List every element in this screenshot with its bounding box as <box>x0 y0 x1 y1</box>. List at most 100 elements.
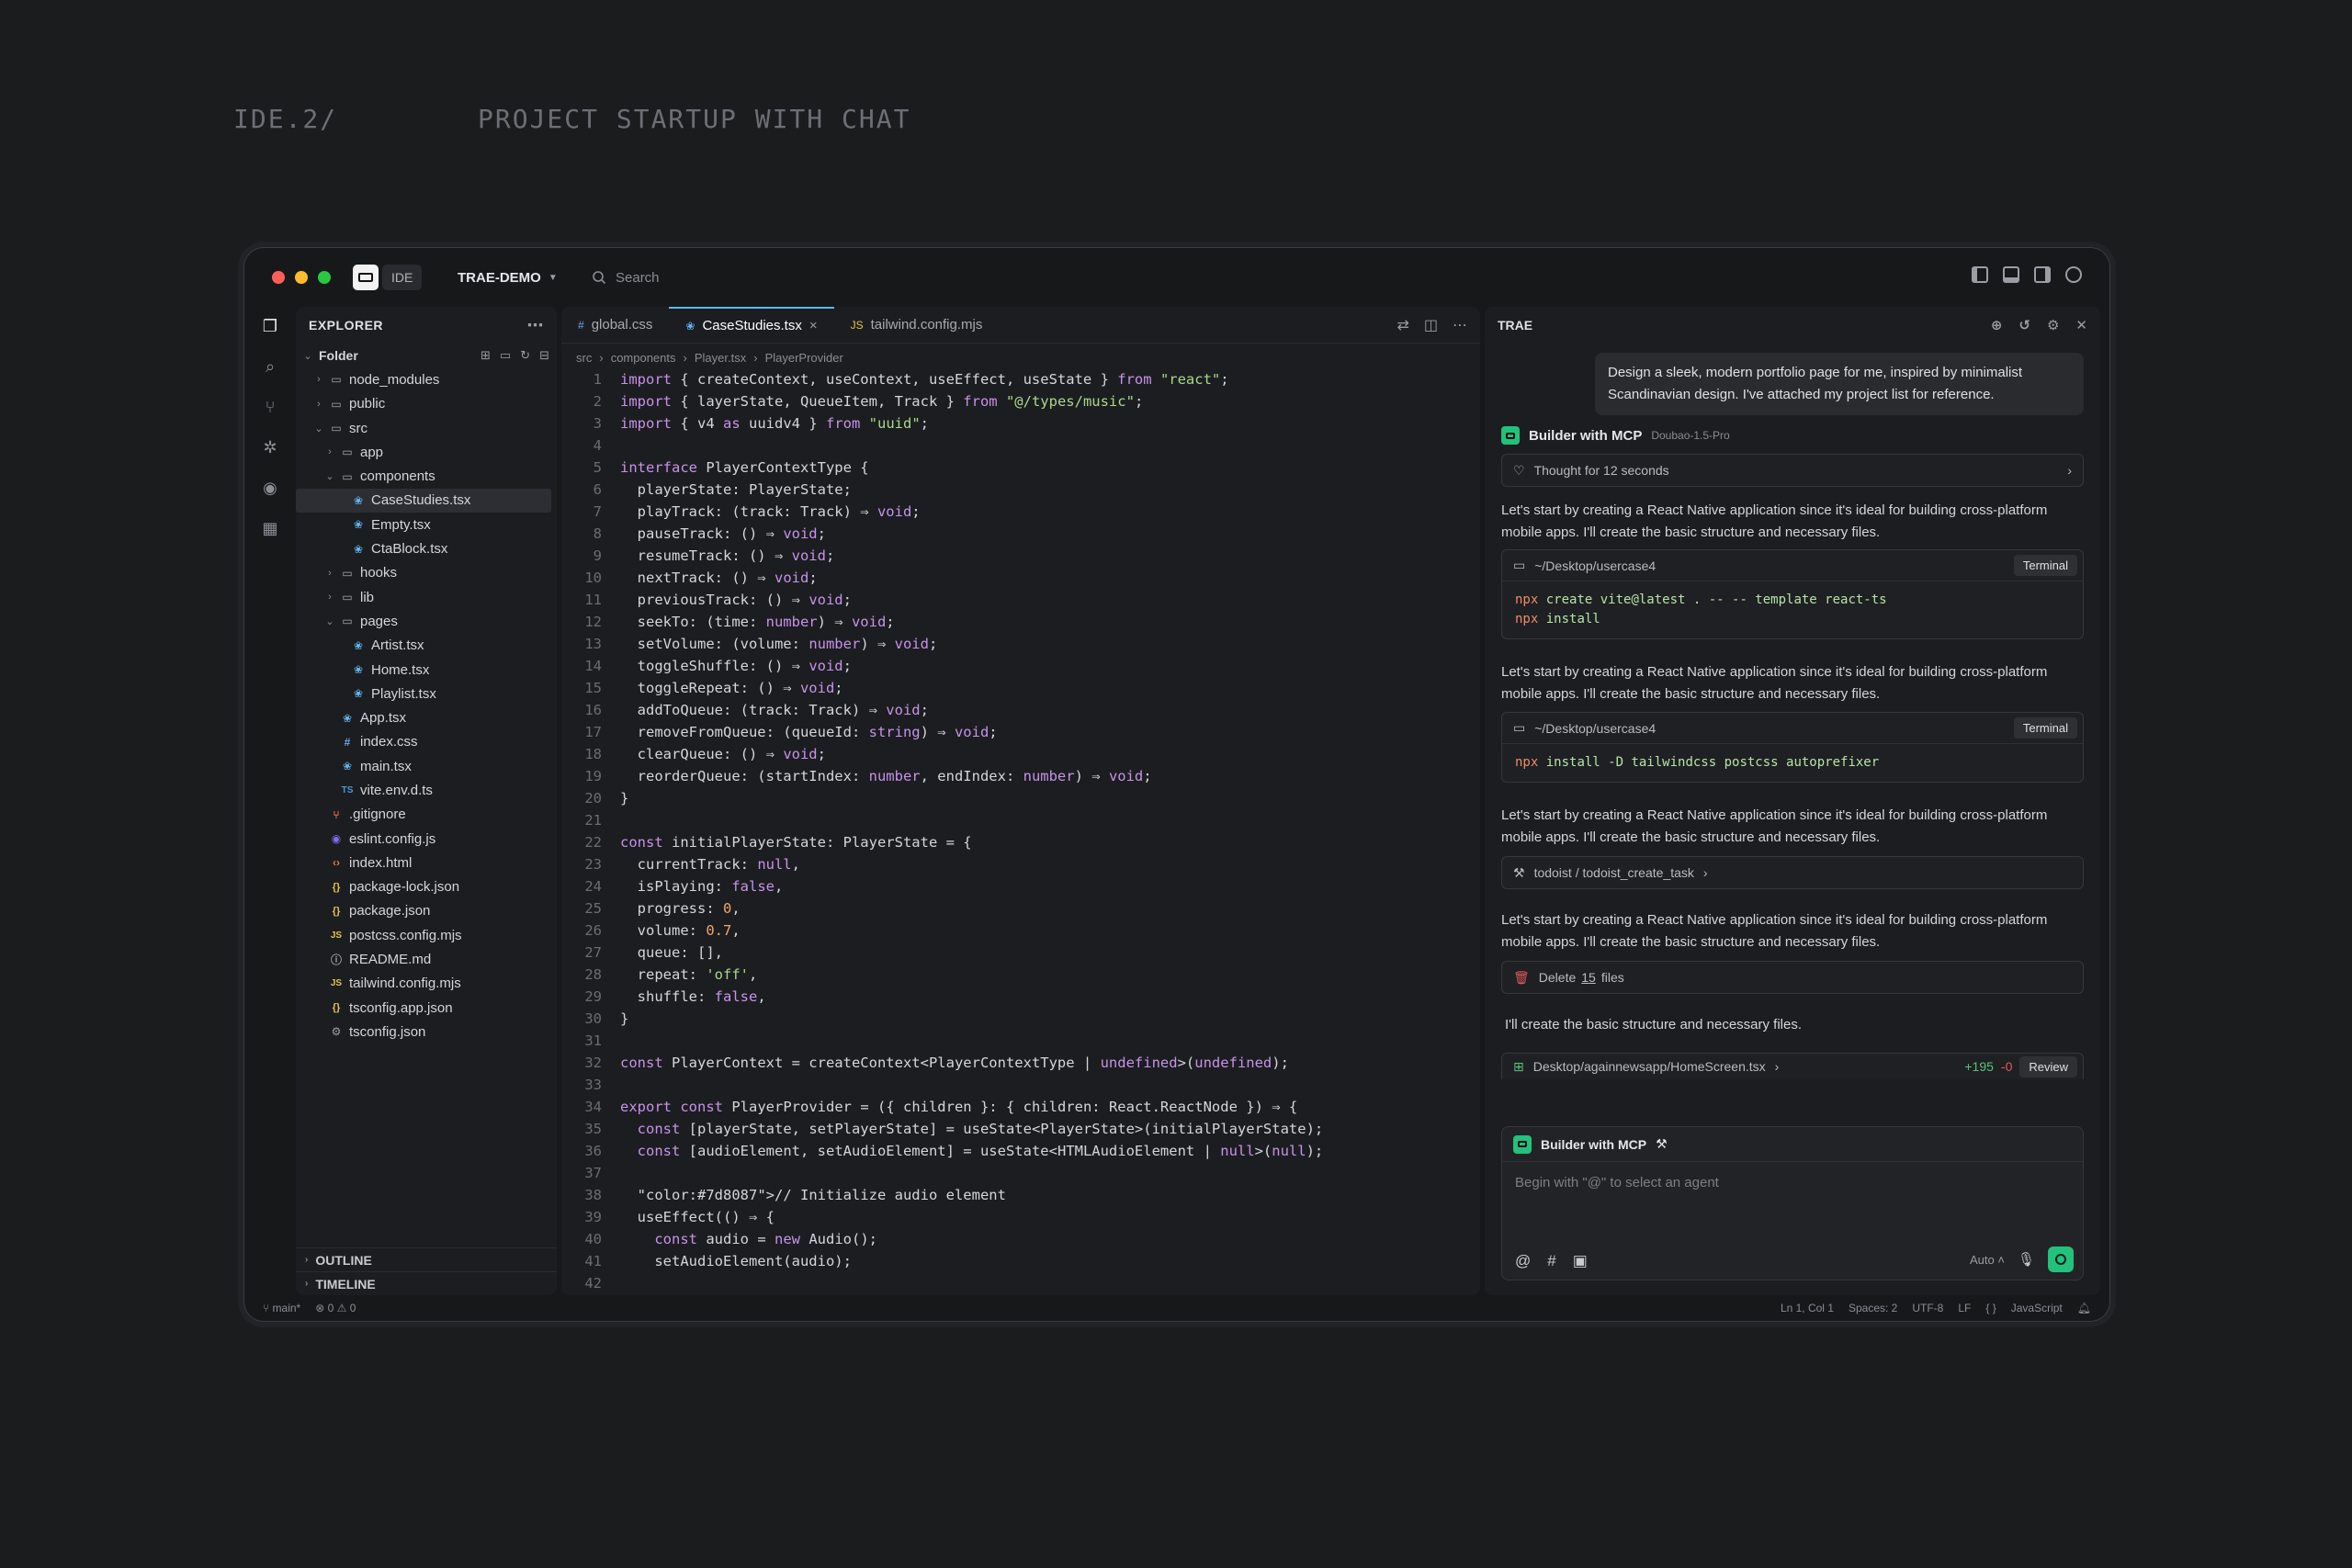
tree-item[interactable]: JS tailwind.config.mjs <box>296 972 557 996</box>
image-attach-icon[interactable]: ▣ <box>1573 1252 1588 1270</box>
tree-item-label: CtaBlock.tsx <box>371 541 448 558</box>
tree-item[interactable]: {} package.json <box>296 899 557 923</box>
more-actions-icon[interactable]: ⋯ <box>527 316 545 335</box>
tool-call-card[interactable]: ⚒ todoist / todoist_create_task › <box>1501 856 2084 889</box>
tree-item[interactable]: ❀ Playlist.tsx <box>296 682 557 705</box>
indentation[interactable]: Spaces: 2 <box>1849 1302 1897 1314</box>
tree-item[interactable]: ❀ Artist.tsx <box>296 634 557 658</box>
mode-selector[interactable]: Auto ˄ <box>1970 1253 2005 1267</box>
code-area[interactable]: 1 import { createContext, useContext, use… <box>561 371 1480 1295</box>
breadcrumb-item[interactable]: components <box>611 351 676 365</box>
review-button[interactable]: Review <box>2019 1055 2077 1077</box>
tree-root-folder[interactable]: ⌄ Folder ⊞ ▭ ↻ ⊟ <box>296 344 557 367</box>
collapse-all-icon[interactable]: ⊟ <box>539 348 549 363</box>
preview-eye-icon[interactable]: ◉ <box>260 478 280 498</box>
account-icon[interactable] <box>2065 266 2082 283</box>
tree-item[interactable]: {} package-lock.json <box>296 875 557 899</box>
tree-item[interactable]: ⌄ ▭ src <box>296 416 557 440</box>
thought-text: Thought for 12 seconds <box>1533 463 1669 478</box>
editor-tab[interactable]: ❀ CaseStudies.tsx × <box>669 307 834 343</box>
code-text: clearQueue: () ⇒ void; <box>620 746 826 762</box>
refresh-icon[interactable]: ↻ <box>520 348 530 363</box>
tree-item[interactable]: ⚙ tsconfig.json <box>296 1020 557 1043</box>
close-tab-icon[interactable]: × <box>809 318 818 333</box>
tree-item[interactable]: › ▭ public <box>296 392 557 416</box>
composer-agent[interactable]: Builder with MCP ⚒ <box>1502 1127 2083 1162</box>
split-editor-icon[interactable]: ◫ <box>1424 316 1438 334</box>
tree-item[interactable]: ⌄ ▭ pages <box>296 609 557 633</box>
thought-card[interactable]: ♡ Thought for 12 seconds › <box>1501 454 2084 487</box>
mcp-tools-icon[interactable]: ⚒ <box>1656 1136 1668 1152</box>
extensions-icon[interactable]: ▦ <box>260 518 280 538</box>
toggle-panel-icon[interactable] <box>2003 266 2019 283</box>
more-actions-icon[interactable]: ⋯ <box>1453 316 1467 334</box>
toggle-sidebar-icon[interactable] <box>1972 266 1988 283</box>
line-ending[interactable]: LF <box>1958 1302 1971 1314</box>
mention-icon[interactable]: @ <box>1515 1252 1531 1270</box>
send-button[interactable] <box>2048 1247 2074 1272</box>
maximize-window-button[interactable] <box>318 271 331 284</box>
tree-item[interactable]: ⌄ ▭ components <box>296 464 557 488</box>
outline-section[interactable]: › OUTLINE <box>296 1247 557 1271</box>
tree-item[interactable]: ❀ Empty.tsx <box>296 513 557 536</box>
tree-item[interactable]: › ▭ node_modules <box>296 367 557 391</box>
history-icon[interactable]: ↺ <box>2018 317 2030 333</box>
search-view-icon[interactable]: ⌕ <box>260 356 280 377</box>
ide-badge[interactable]: IDE <box>382 265 423 290</box>
breadcrumb-item[interactable]: src <box>576 351 592 365</box>
code-line: 17 removeFromQueue: (queueId: string) ⇒ … <box>561 724 1480 746</box>
editor-tab[interactable]: # global.css <box>561 307 669 343</box>
new-folder-icon[interactable]: ▭ <box>500 348 511 363</box>
toggle-secondary-sidebar-icon[interactable] <box>2034 266 2051 283</box>
tree-item[interactable]: › ▭ app <box>296 440 557 464</box>
project-selector[interactable]: TRAE-DEMO ▼ <box>458 263 558 292</box>
terminal-button[interactable]: Terminal <box>2013 717 2077 739</box>
terminal-button[interactable]: Terminal <box>2013 555 2077 576</box>
tree-item[interactable]: {} tsconfig.app.json <box>296 996 557 1020</box>
new-chat-icon[interactable]: ⊕ <box>1991 317 2003 333</box>
editor-tab[interactable]: JS tailwind.config.mjs <box>834 307 1000 343</box>
breadcrumb-item[interactable]: Player.tsx <box>695 351 746 365</box>
tree-item[interactable]: TS vite.env.d.ts <box>296 778 557 802</box>
tree-item[interactable]: ❀ App.tsx <box>296 705 557 729</box>
compare-icon[interactable]: ⇄ <box>1396 316 1408 334</box>
tree-item[interactable]: ❀ Home.tsx <box>296 658 557 682</box>
tree-item[interactable]: ◉ eslint.config.js <box>296 827 557 851</box>
tree-item[interactable]: ❀ CtaBlock.tsx <box>296 536 557 560</box>
tree-item[interactable]: ⑂ .gitignore <box>296 803 557 827</box>
new-file-icon[interactable]: ⊞ <box>481 348 491 363</box>
search-input[interactable]: Search <box>592 263 660 292</box>
close-icon[interactable]: ✕ <box>2075 317 2087 333</box>
tree-item[interactable]: ❀ CaseStudies.tsx <box>296 488 551 513</box>
chat-input[interactable]: Begin with "@" to select an agent <box>1515 1175 1719 1190</box>
braces-indicator[interactable]: { } <box>1985 1302 1996 1314</box>
tree-item[interactable]: › ▭ lib <box>296 585 557 609</box>
explorer-files-icon[interactable]: ❐ <box>260 316 280 336</box>
assistant-paragraph: Let's start by creating a React Native a… <box>1501 912 2048 950</box>
tree-item[interactable]: ⓘ README.md <box>296 947 557 971</box>
line-number: 27 <box>584 944 602 961</box>
tree-item[interactable]: › ▭ hooks <box>296 561 557 585</box>
hash-context-icon[interactable]: # <box>1547 1252 1555 1270</box>
delete-files-card[interactable]: 🗑 Delete 15 files <box>1501 961 2084 994</box>
debug-icon[interactable]: ✲ <box>260 437 280 457</box>
code-text: repeat: 'off', <box>620 966 758 983</box>
close-window-button[interactable] <box>272 271 285 284</box>
tree-item[interactable]: # index.css <box>296 730 557 754</box>
timeline-section[interactable]: › TIMELINE <box>296 1271 557 1295</box>
line-number: 11 <box>584 592 602 608</box>
breadcrumb-item[interactable]: PlayerProvider <box>765 351 843 365</box>
language-mode[interactable]: JavaScript <box>2011 1302 2063 1314</box>
source-control-icon[interactable]: ⑂ <box>260 397 280 417</box>
cursor-position[interactable]: Ln 1, Col 1 <box>1781 1302 1834 1314</box>
tree-item[interactable]: JS postcss.config.mjs <box>296 923 557 947</box>
notifications-bell-icon[interactable]: 🔔︎ <box>2077 1302 2091 1314</box>
minimize-window-button[interactable] <box>295 271 308 284</box>
problems-count[interactable]: ⊗ 0 ⚠ 0 <box>315 1302 356 1314</box>
encoding[interactable]: UTF-8 <box>1912 1302 1943 1314</box>
tree-item[interactable]: ❀ main.tsx <box>296 754 557 778</box>
git-branch[interactable]: ⑂ main* <box>263 1302 300 1314</box>
tree-item[interactable]: ‹› index.html <box>296 851 557 874</box>
microphone-icon[interactable]: 🎙 <box>2018 1251 2035 1268</box>
settings-gear-icon[interactable]: ⚙ <box>2047 317 2059 333</box>
